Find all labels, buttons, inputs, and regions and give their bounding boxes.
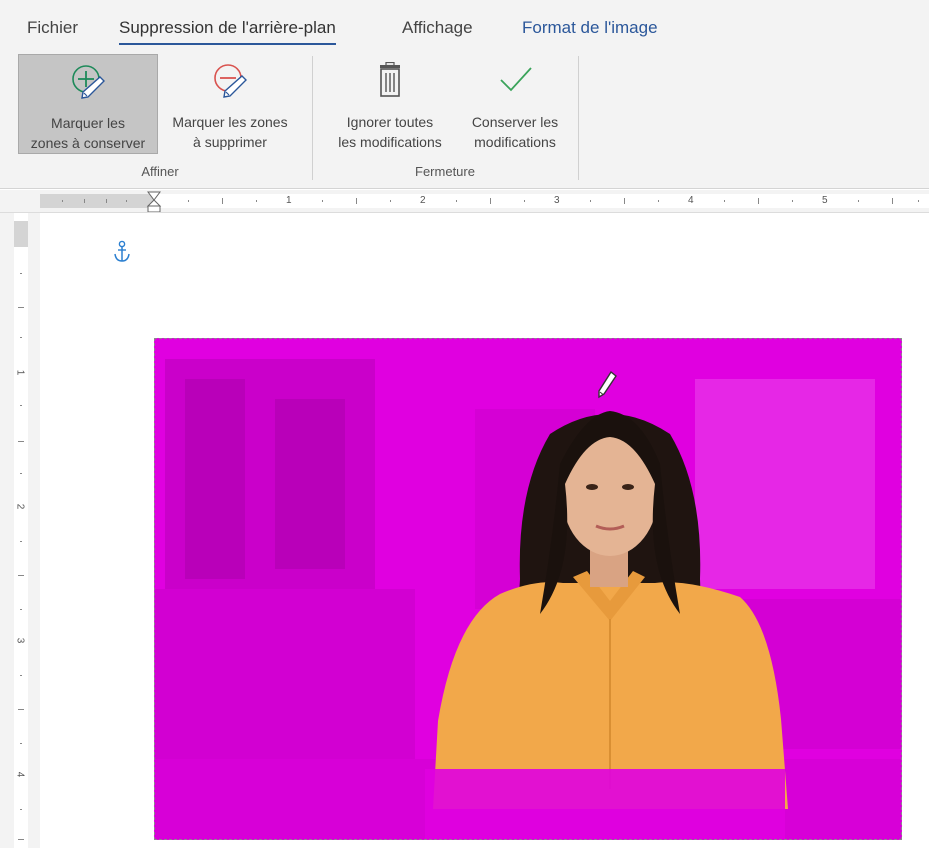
ruler-number: 5 bbox=[822, 195, 828, 206]
mark-keep-label-2: zones à conserver bbox=[30, 135, 146, 151]
ruler-ticks bbox=[18, 273, 24, 840]
mark-remove-button[interactable]: Marquer les zones à supprimer bbox=[160, 54, 300, 154]
portrait-image bbox=[155, 339, 901, 839]
group-separator bbox=[578, 56, 579, 180]
plus-pencil-icon bbox=[72, 65, 105, 99]
ruler-number: 4 bbox=[14, 771, 26, 778]
mark-keep-button[interactable]: Marquer les zones à conserver bbox=[18, 54, 158, 154]
keep-changes-button[interactable]: Conserver les modifications bbox=[460, 54, 570, 154]
anchor-icon bbox=[114, 240, 130, 262]
ruler-number: 3 bbox=[554, 195, 560, 206]
minus-pencil-icon bbox=[214, 64, 247, 98]
horizontal-ruler[interactable]: 1 2 3 4 5 bbox=[0, 190, 929, 213]
mark-remove-label-2: à supprimer bbox=[193, 134, 267, 150]
keep-label-2: modifications bbox=[474, 134, 556, 150]
group-label-fermeture: Fermeture bbox=[415, 164, 475, 179]
group-separator bbox=[312, 56, 313, 180]
trash-icon bbox=[380, 62, 400, 97]
group-label-affiner: Affiner bbox=[141, 164, 179, 179]
ruler-number: 4 bbox=[688, 195, 694, 206]
checkmark-icon bbox=[500, 67, 532, 92]
ruler-number: 3 bbox=[14, 637, 26, 644]
mark-remove-label-1: Marquer les zones bbox=[172, 114, 288, 130]
ruler-number: 2 bbox=[420, 195, 426, 206]
indent-marker-icon bbox=[146, 191, 162, 212]
ruler-ticks bbox=[62, 191, 919, 212]
vertical-ruler[interactable]: 1 2 3 4 bbox=[0, 213, 40, 848]
ruler-number: 1 bbox=[14, 369, 26, 376]
mark-keep-label-1: Marquer les bbox=[51, 115, 125, 131]
tab-fichier[interactable]: Fichier bbox=[27, 18, 78, 38]
ribbon: Marquer les zones à conserver Marquer le… bbox=[0, 48, 929, 189]
pencil-cursor-icon bbox=[598, 370, 617, 399]
discard-label-1: Ignorer toutes bbox=[346, 114, 434, 130]
ruler-number: 1 bbox=[286, 195, 292, 206]
ruler-number: 2 bbox=[14, 503, 26, 510]
tab-format-image[interactable]: Format de l'image bbox=[522, 18, 658, 38]
tab-suppression-arriere-plan[interactable]: Suppression de l'arrière-plan bbox=[119, 18, 336, 45]
ribbon-tabs: Fichier Suppression de l'arrière-plan Af… bbox=[0, 0, 929, 48]
discard-changes-button[interactable]: Ignorer toutes les modifications bbox=[322, 54, 458, 154]
discard-label-2: les modifications bbox=[338, 134, 442, 150]
keep-label-1: Conserver les bbox=[471, 114, 559, 130]
tab-affichage[interactable]: Affichage bbox=[402, 18, 473, 38]
image-background-removal[interactable] bbox=[154, 338, 902, 840]
